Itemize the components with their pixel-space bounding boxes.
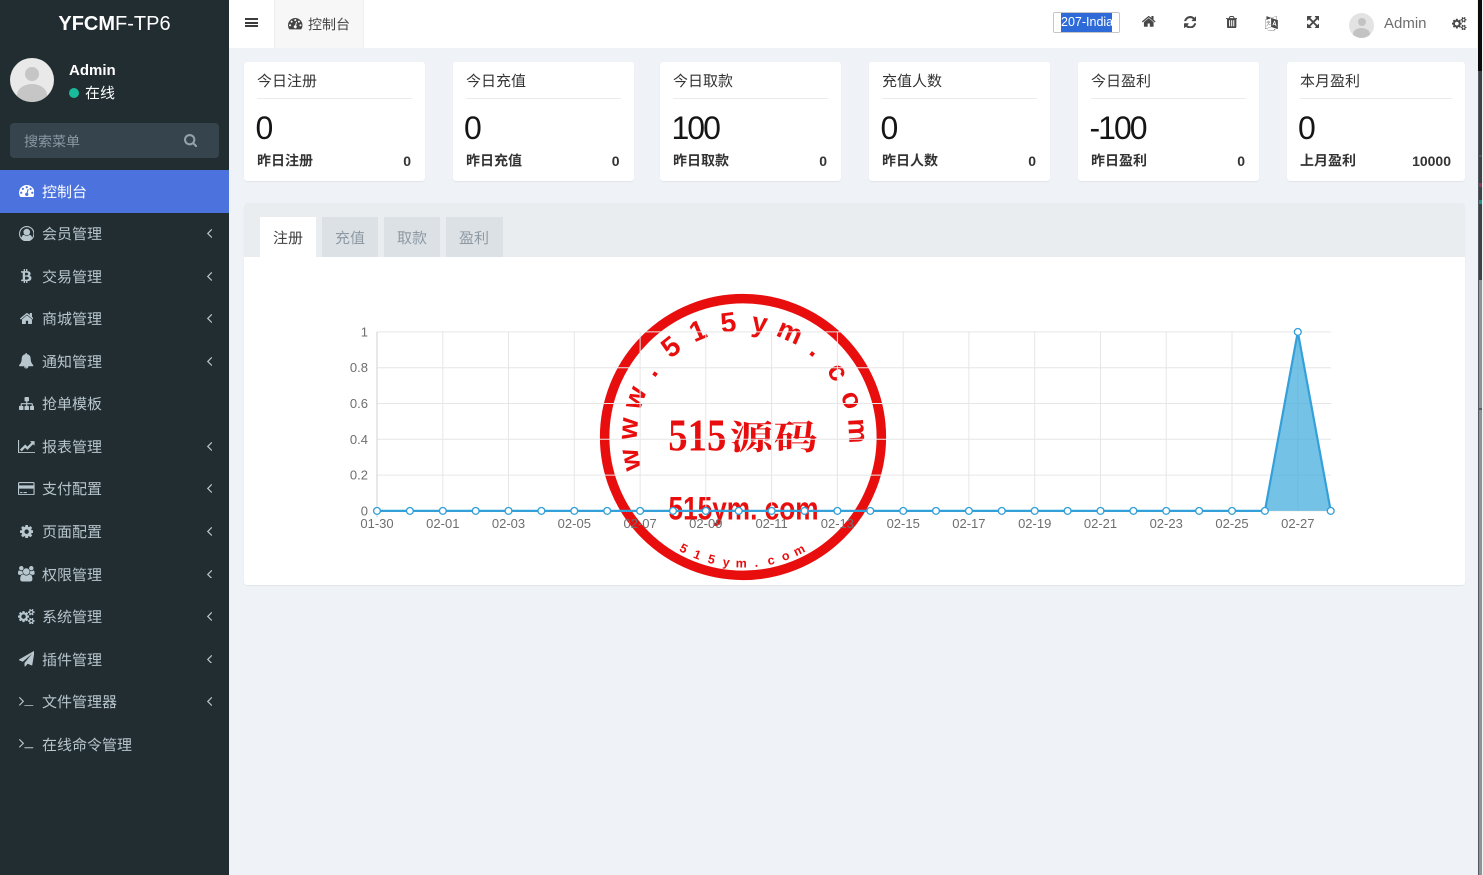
svg-text:0.2: 0.2 (350, 468, 368, 483)
svg-text:0.8: 0.8 (350, 360, 368, 375)
svg-text:01-30: 01-30 (360, 516, 393, 531)
svg-text:02-19: 02-19 (1018, 516, 1051, 531)
svg-text:02-09: 02-09 (689, 516, 722, 531)
svg-text:02-27: 02-27 (1281, 516, 1314, 531)
svg-text:02-01: 02-01 (426, 516, 459, 531)
svg-text:0.4: 0.4 (350, 432, 368, 447)
svg-text:02-07: 02-07 (623, 516, 656, 531)
svg-text:02-13: 02-13 (821, 516, 854, 531)
svg-text:02-23: 02-23 (1150, 516, 1183, 531)
svg-text:02-15: 02-15 (887, 516, 920, 531)
svg-text:02-17: 02-17 (952, 516, 985, 531)
svg-text:02-03: 02-03 (492, 516, 525, 531)
svg-text:02-25: 02-25 (1215, 516, 1248, 531)
svg-text:1: 1 (361, 324, 368, 339)
svg-text:0.6: 0.6 (350, 396, 368, 411)
svg-text:02-21: 02-21 (1084, 516, 1117, 531)
svg-text:02-05: 02-05 (558, 516, 591, 531)
svg-text:02-11: 02-11 (755, 516, 787, 531)
